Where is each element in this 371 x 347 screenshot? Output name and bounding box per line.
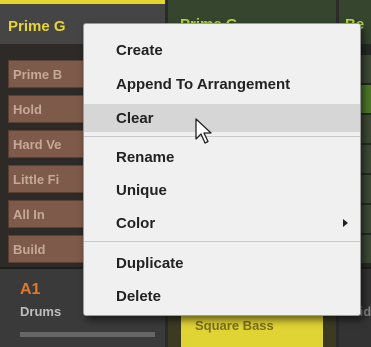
scene-label: Prime B [13,67,63,82]
menu-item-append-to-arrangement[interactable]: Append To Arrangement [84,70,360,98]
mouse-cursor-icon [195,118,212,144]
menu-item-duplicate[interactable]: Duplicate [84,249,360,277]
scene-label: Build [13,242,46,257]
menu-item-unique[interactable]: Unique [84,176,360,204]
menu-item-label: Create [116,42,163,59]
scene-label: Hold [13,102,42,117]
level-bar [20,332,155,337]
menu-item-color[interactable]: Color [84,209,360,237]
scene-label: Hard Ve [13,137,62,152]
pad-name: Drums [20,304,62,319]
menu-item-label: Delete [116,288,162,305]
menu-item-label: Append To Arrangement [116,76,291,93]
menu-separator [84,241,360,242]
menu-item-label: Unique [116,182,167,199]
menu-item-label: Rename [116,149,175,166]
scene-label: All In [13,207,45,222]
scene-button[interactable]: Prime B [8,60,86,88]
scene-button[interactable]: Build [8,235,86,263]
scene-label: Little Fi [13,172,60,187]
pad-name: Square Bass [195,318,274,333]
scene-button[interactable]: Little Fi [8,165,86,193]
menu-item-label: Color [116,215,156,232]
group-header-label: Prime G [8,18,66,35]
scene-button[interactable]: Hard Ve [8,130,86,158]
menu-item-create[interactable]: Create [84,36,360,64]
menu-item-label: Clear [116,110,154,127]
context-menu: Create Append To Arrangement Clear Renam… [83,23,361,316]
pad-id: A1 [20,281,41,298]
scene-button[interactable]: All In [8,200,86,228]
menu-item-rename[interactable]: Rename [84,143,360,171]
menu-item-delete[interactable]: Delete [84,282,360,310]
menu-item-label: Duplicate [116,255,184,272]
menu-separator [84,136,360,137]
submenu-arrow-icon [343,219,348,227]
scene-button[interactable]: Hold [8,95,86,123]
menu-item-clear[interactable]: Clear [84,104,360,132]
